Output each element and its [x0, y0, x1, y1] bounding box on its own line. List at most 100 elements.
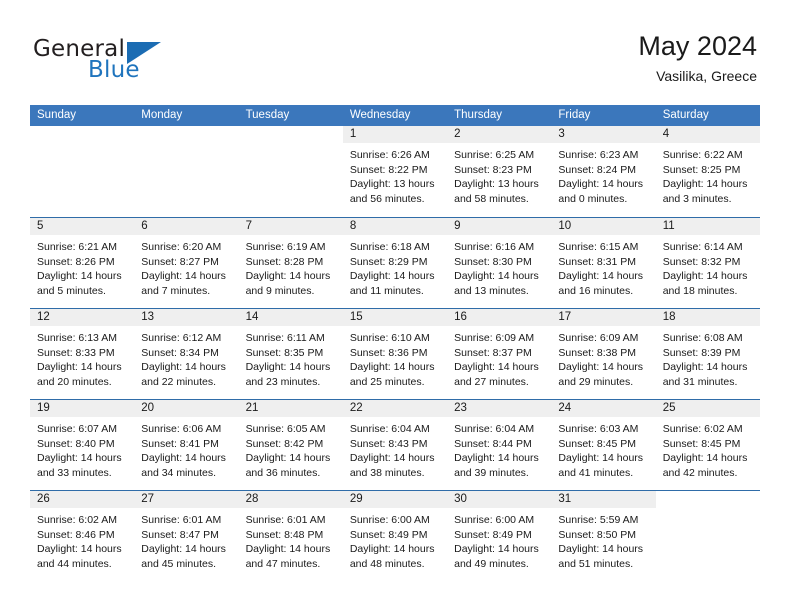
day-number-strip: 15: [342, 309, 448, 326]
day-cell[interactable]: 25 Sunrise: 6:02 AM Sunset: 8:45 PM Dayligh…: [655, 400, 760, 490]
day-cell[interactable]: 27 Sunrise: 6:01 AM Sunset: 8:47 PM Dayligh…: [134, 491, 239, 581]
day-cell[interactable]: 16 Sunrise: 6:09 AM Sunset: 8:37 PM Dayligh…: [447, 309, 552, 399]
day-number-strip: 4: [655, 126, 760, 143]
calendar-week-row: 12 Sunrise: 6:13 AM Sunset: 8:33 PM Dayligh…: [30, 308, 760, 399]
day-detail-line: Sunrise: 6:20 AM: [141, 241, 222, 253]
day-cell[interactable]: 2 Sunrise: 6:25 AM Sunset: 8:23 PM Daylight…: [447, 126, 552, 217]
day-detail-line: and 58 minutes.: [454, 192, 529, 205]
weekday-header-tuesday: Tuesday: [245, 109, 290, 121]
day-detail-line: and 33 minutes.: [37, 466, 112, 479]
day-number: 7: [245, 220, 252, 232]
day-cell[interactable]: 19 Sunrise: 6:07 AM Sunset: 8:40 PM Dayligh…: [30, 400, 135, 490]
brand-name-blue: Blue: [88, 57, 140, 83]
day-cell[interactable]: 23 Sunrise: 6:04 AM Sunset: 8:44 PM Dayligh…: [447, 400, 552, 490]
day-cell[interactable]: 5 Sunrise: 6:21 AM Sunset: 8:26 PM Daylight…: [30, 218, 135, 308]
day-number-strip: 3: [551, 126, 656, 143]
calendar-week-row: 19 Sunrise: 6:07 AM Sunset: 8:40 PM Dayligh…: [30, 399, 760, 490]
day-cell[interactable]: 7 Sunrise: 6:19 AM Sunset: 8:28 PM Daylight…: [238, 218, 343, 308]
day-detail-line: and 49 minutes.: [454, 557, 529, 570]
day-detail-line: Sunset: 8:28 PM: [245, 255, 324, 268]
day-detail-line: and 44 minutes.: [37, 557, 112, 570]
day-details: Sunrise: 6:07 AM Sunset: 8:40 PM Daylight:…: [30, 417, 134, 480]
day-cell[interactable]: 10 Sunrise: 6:15 AM Sunset: 8:31 PM Dayligh…: [551, 218, 656, 308]
brand-logo[interactable]: General Blue: [33, 36, 253, 88]
day-details: Sunrise: 6:23 AM Sunset: 8:24 PM Daylight:…: [551, 143, 655, 206]
day-detail-line: Daylight: 14 hours: [349, 452, 435, 465]
day-detail-line: Sunset: 8:23 PM: [454, 163, 532, 176]
day-detail-line: and 34 minutes.: [141, 466, 216, 479]
day-cell[interactable]: 24 Sunrise: 6:03 AM Sunset: 8:45 PM Dayligh…: [551, 400, 656, 490]
day-detail-line: Sunrise: 6:00 AM: [454, 514, 535, 526]
day-detail-line: Sunrise: 6:09 AM: [454, 332, 535, 344]
weekday-header-row: Sunday Monday Tuesday Wednesday Thursday Frid…: [30, 105, 760, 126]
day-detail-line: and 38 minutes.: [349, 466, 425, 479]
day-number: 15: [349, 311, 363, 323]
day-detail-line: Daylight: 14 hours: [141, 452, 226, 465]
day-details: Sunrise: 6:16 AM Sunset: 8:30 PM Daylight:…: [447, 235, 551, 298]
weekday-header-thursday: Thursday: [454, 109, 503, 121]
day-cell[interactable]: 22 Sunrise: 6:04 AM Sunset: 8:43 PM Dayligh…: [342, 400, 448, 490]
day-number: 1: [349, 128, 357, 140]
day-details: [239, 143, 343, 148]
day-details: Sunrise: 6:14 AM Sunset: 8:32 PM Daylight:…: [656, 235, 760, 298]
day-detail-line: Daylight: 14 hours: [558, 270, 644, 283]
day-detail-line: Sunset: 8:27 PM: [141, 255, 219, 268]
day-detail-line: and 42 minutes.: [662, 466, 738, 479]
day-cell[interactable]: 17 Sunrise: 6:09 AM Sunset: 8:38 PM Dayligh…: [551, 309, 656, 399]
day-detail-line: and 56 minutes.: [349, 192, 425, 205]
day-number: 22: [349, 402, 363, 414]
day-cell[interactable]: 4 Sunrise: 6:22 AM Sunset: 8:25 PM Daylight…: [655, 126, 760, 217]
day-number-strip: 23: [447, 400, 552, 417]
day-number: 21: [245, 402, 259, 414]
day-cell[interactable]: 28 Sunrise: 6:01 AM Sunset: 8:48 PM Dayligh…: [238, 491, 343, 581]
day-detail-line: Sunrise: 6:18 AM: [349, 241, 430, 253]
day-detail-line: Daylight: 14 hours: [245, 452, 331, 465]
day-cell[interactable]: 11 Sunrise: 6:14 AM Sunset: 8:32 PM Dayligh…: [655, 218, 760, 308]
day-cell[interactable]: 6 Sunrise: 6:20 AM Sunset: 8:27 PM Daylight…: [134, 218, 239, 308]
day-number: 31: [558, 493, 572, 505]
day-number: 11: [662, 220, 675, 232]
day-detail-line: Sunset: 8:34 PM: [141, 346, 219, 359]
day-details: Sunrise: 6:08 AM Sunset: 8:39 PM Daylight:…: [656, 326, 760, 389]
day-detail-line: Sunrise: 6:23 AM: [558, 149, 639, 161]
day-detail-line: Daylight: 14 hours: [245, 270, 331, 283]
day-cell[interactable]: 13 Sunrise: 6:12 AM Sunset: 8:34 PM Dayligh…: [134, 309, 239, 399]
day-cell[interactable]: 15 Sunrise: 6:10 AM Sunset: 8:36 PM Dayligh…: [342, 309, 448, 399]
day-cell[interactable]: 8 Sunrise: 6:18 AM Sunset: 8:29 PM Daylight…: [342, 218, 448, 308]
day-details: Sunrise: 5:59 AM Sunset: 8:50 PM Daylight:…: [551, 508, 655, 571]
day-cell[interactable]: 14 Sunrise: 6:11 AM Sunset: 8:35 PM Dayligh…: [238, 309, 343, 399]
day-detail-line: Sunrise: 5:59 AM: [558, 514, 639, 526]
day-cell[interactable]: 9 Sunrise: 6:16 AM Sunset: 8:30 PM Daylight…: [447, 218, 552, 308]
day-detail-line: Daylight: 14 hours: [245, 543, 331, 556]
day-detail-line: Sunset: 8:50 PM: [558, 528, 637, 541]
day-detail-line: and 23 minutes.: [245, 375, 321, 388]
day-number: 3: [558, 128, 565, 140]
day-detail-line: and 11 minutes.: [349, 284, 424, 297]
day-cell[interactable]: 20 Sunrise: 6:06 AM Sunset: 8:41 PM Dayligh…: [134, 400, 239, 490]
day-cell[interactable]: 31 Sunrise: 5:59 AM Sunset: 8:50 PM Dayligh…: [551, 491, 656, 581]
day-details: Sunrise: 6:03 AM Sunset: 8:45 PM Daylight:…: [551, 417, 655, 480]
day-cell[interactable]: 21 Sunrise: 6:05 AM Sunset: 8:42 PM Dayligh…: [238, 400, 343, 490]
day-details: Sunrise: 6:20 AM Sunset: 8:27 PM Daylight:…: [134, 235, 238, 298]
day-cell[interactable]: 26 Sunrise: 6:02 AM Sunset: 8:46 PM Dayligh…: [30, 491, 135, 581]
day-cell[interactable]: 30 Sunrise: 6:00 AM Sunset: 8:49 PM Dayligh…: [447, 491, 552, 581]
day-detail-line: Sunset: 8:48 PM: [245, 528, 324, 541]
day-detail-line: Daylight: 14 hours: [662, 270, 748, 283]
day-cell[interactable]: 1 Sunrise: 6:26 AM Sunset: 8:22 PM Daylight…: [342, 126, 448, 217]
day-detail-line: Sunrise: 6:01 AM: [141, 514, 222, 526]
day-detail-line: and 45 minutes.: [141, 557, 216, 570]
day-details: Sunrise: 6:18 AM Sunset: 8:29 PM Daylight:…: [343, 235, 447, 298]
day-detail-line: and 25 minutes.: [349, 375, 425, 388]
day-number: 23: [454, 402, 467, 414]
day-detail-line: Sunrise: 6:08 AM: [662, 332, 743, 344]
day-cell[interactable]: 18 Sunrise: 6:08 AM Sunset: 8:39 PM Dayligh…: [655, 309, 760, 399]
day-cell[interactable]: 29 Sunrise: 6:00 AM Sunset: 8:49 PM Dayligh…: [342, 491, 448, 581]
day-detail-line: Daylight: 14 hours: [141, 543, 226, 556]
day-detail-line: Sunrise: 6:02 AM: [37, 514, 117, 526]
day-cell[interactable]: 3 Sunrise: 6:23 AM Sunset: 8:24 PM Daylight…: [551, 126, 656, 217]
day-detail-line: Sunset: 8:41 PM: [141, 437, 219, 450]
day-cell[interactable]: 12 Sunrise: 6:13 AM Sunset: 8:33 PM Dayligh…: [30, 309, 135, 399]
day-detail-line: and 20 minutes.: [37, 375, 112, 388]
day-number: 12: [37, 311, 50, 323]
day-detail-line: Sunset: 8:44 PM: [454, 437, 532, 450]
